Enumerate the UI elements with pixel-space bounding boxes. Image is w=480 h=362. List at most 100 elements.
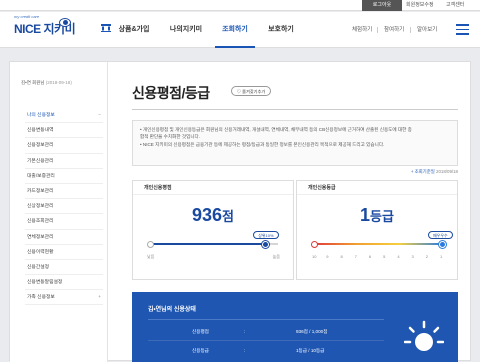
page-container: 김•연 회원님 (2018-09-18) 나의 신용정보 − 신용변동내역신용정보관… [9,61,472,362]
grade-tick-label: 9 [326,254,329,259]
member-date: (2018-09-18) [45,80,72,85]
score-card-title: 개인신용평점 [133,181,293,195]
grade-marker [438,240,446,248]
sidebar-item-label: 신용변동알림설정 [27,280,63,286]
grade-tick-label: 6 [368,254,372,259]
status-row-colon: : [244,329,246,334]
nav-protect[interactable]: 보호하기 [261,12,301,48]
expand-icon: + [98,295,101,301]
grade-tick-label: 3 [411,254,414,259]
status-row-label: 신용등급 [192,348,209,353]
customer-center-link[interactable]: 고객센터 [446,0,464,11]
sidebar-item-label: 신용간설정 [27,264,50,270]
grade-tick-label: 1 [440,254,443,259]
member-name: 김•연 회원님 [21,80,45,85]
collapse-icon: − [98,113,101,118]
grade-card-title: 개인신용등급 [297,181,457,195]
score-max-label: 높음 [272,254,280,259]
update-value: 2018/09/18 [436,169,458,174]
add-favorite-button[interactable]: ♡ 즐겨찾기추가 [231,86,271,96]
logout-button[interactable]: 로그아웃 [362,0,402,11]
top-utility-bar: 로그아웃 회원정보수정 고객센터 [0,0,480,11]
score-rank-badge: 상위10% [253,231,279,239]
sun-icon [404,320,444,351]
sidebar-item[interactable]: 신용간설정 [25,260,103,276]
sidebar-item-label: 신용이력현황 [27,249,54,255]
sidebar: 김•연 회원님 (2018-09-18) 나의 신용정보 − 신용변동내역신용정보관… [10,62,108,362]
grade-fill [314,243,442,245]
sidebar-item[interactable]: 신용이력현황 [25,245,103,260]
sidebar-item[interactable]: 기본신용관리 [25,154,103,169]
status-divider [148,319,384,320]
menu-icon[interactable] [456,24,469,35]
status-row-value: 1등급 / 10등급 [296,348,325,353]
status-title: 김•연님의 신용상태 [148,307,196,313]
main-content: 신용평점/등급 ♡ 즐겨찾기추가 • 개인신용평점 및 개인신용등급은 회원님의… [108,62,472,362]
sidebar-item-label: 기본신용관리 [27,158,54,164]
title-divider [132,109,458,110]
notice-line: • NICE 지키미의 신용평점은 금융기관 등에 제공하는 평점/등급과 동일… [140,141,385,147]
sidebar-item[interactable]: 신용조회관리 [25,214,103,230]
sidebar-item-label: 카드정보관리 [27,188,54,194]
logo-eye-icon [59,18,71,27]
sidebar-item[interactable]: 신용정보관리 [25,138,103,154]
member-service-link[interactable]: 회원정보수정 [406,0,434,11]
grade-tick-label: 5 [383,254,386,259]
grade-tick-label: 8 [340,254,343,259]
credit-status-panel: 김•연님의 신용상태 신용평점 : 936점 / 1,000점 신용등급 : 1… [132,292,458,362]
sidebar-item-label: 대출/보증관리 [27,173,55,179]
status-row-divider [148,340,384,341]
score-value: 936점 [133,205,293,226]
update-date: + 조회기준일 2018/09/18 [411,169,458,175]
util-participate[interactable]: 참여하기 [384,12,404,48]
score-unit: 점 [222,209,234,224]
member-info: 김•연 회원님 (2018-09-18) [21,80,72,86]
status-row-label: 신용평점 [192,329,209,334]
sidebar-item-label: 가족 신용정보 [27,295,55,301]
grade-value: 1등급 [297,205,457,226]
credit-grade-card: 개인신용등급 1등급 매우우수 10 9 8 7 6 5 4 3 2 1 [296,180,458,280]
logo-tagline: my credit care [14,14,40,19]
util-divider [377,27,378,33]
sidebar-item[interactable]: 나의 신용정보 − [25,108,103,124]
score-marker [261,240,269,248]
page-title: 신용평점/등급 [132,85,210,101]
notice-line: 합적 판단을 수치화한 것입니다. [140,134,201,140]
sidebar-item-label: 신용정보관리 [27,143,54,149]
status-row-colon: : [244,348,246,353]
sidebar-item[interactable]: 신상정보관리 [25,199,103,215]
sidebar-item[interactable]: 신용변동알림설정 [25,275,103,291]
status-row-grade: 신용등급 : 1등급 / 10등급 [148,344,384,358]
sidebar-item[interactable]: 카드정보관리 [25,184,103,200]
sidebar-item-label: 나의 신용정보 [27,113,55,118]
score-fill [150,243,266,245]
score-number: 936 [191,205,223,225]
util-divider [410,27,411,33]
util-learn[interactable]: 알아보기 [417,12,437,48]
sidebar-item-label: 연체정보관리 [27,234,54,240]
grade-number: 1 [360,205,371,225]
sidebar-menu: 나의 신용정보 − 신용변동내역신용정보관리기본신용관리대출/보증관리카드정보관리신… [25,108,103,306]
building-icon [101,24,111,32]
grade-track [311,240,446,248]
sidebar-item[interactable]: 연체정보관리 [25,230,103,245]
sidebar-item[interactable]: 신용변동내역 [25,123,103,139]
score-start-dot [147,240,154,248]
grade-tick-label: 4 [397,254,400,259]
util-experience[interactable]: 체험하기 [352,12,372,48]
notice-line: • 개인신용평점 및 개인신용등급은 회원님의 신용거래내역, 개설내역, 연체… [140,127,412,132]
sidebar-item[interactable]: 가족 신용정보 + [25,290,103,306]
status-row-value: 936점 / 1,000점 [296,329,328,334]
grade-tick-label: 2 [425,254,428,259]
sidebar-item[interactable]: 대출/보증관리 [25,169,103,184]
status-row-score: 신용평점 : 936점 / 1,000점 [148,325,384,339]
sidebar-item-label: 신상정보관리 [27,204,54,210]
add-favorite-label: 즐겨찾기추가 [242,89,266,94]
nav-products[interactable]: 상품&가입 [112,12,156,48]
notice-box: • 개인신용평점 및 개인신용등급은 회원님의 신용거래내역, 개설내역, 연체… [132,120,458,166]
nav-my-jikimi[interactable]: 나의지키미 [166,12,206,48]
score-min-label: 낮음 [147,254,155,259]
score-track [147,240,278,248]
nav-inquiry[interactable]: 조회하기 [215,12,255,48]
grade-unit: 등급 [370,209,394,224]
